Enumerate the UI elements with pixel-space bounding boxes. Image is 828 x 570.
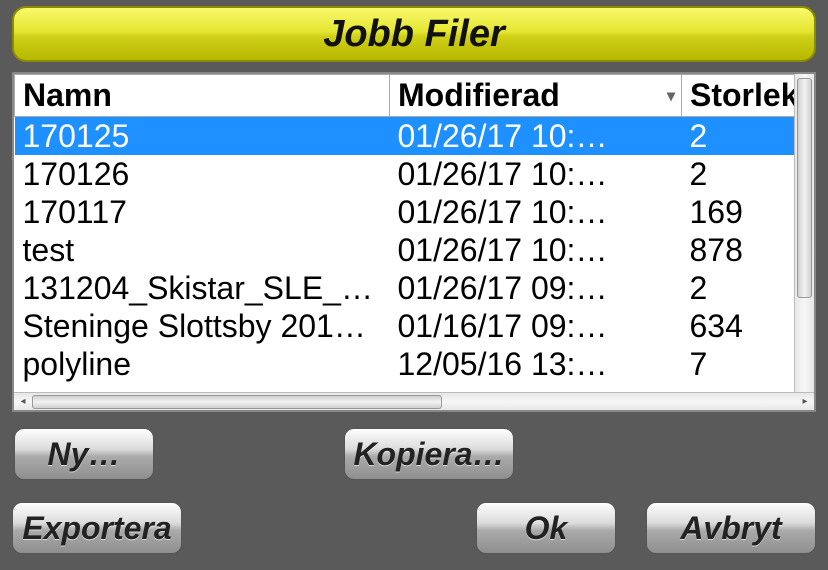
- copy-button[interactable]: Kopiera…: [344, 428, 514, 480]
- col-header-name[interactable]: Namn: [15, 75, 390, 117]
- hscroll-track[interactable]: [32, 395, 796, 409]
- hscroll-thumb[interactable]: [32, 395, 442, 409]
- cell-modified: 01/26/17 10:…: [390, 155, 682, 193]
- cell-modified: 01/16/17 09:…: [390, 307, 682, 345]
- hscroll-left-arrow-icon[interactable]: ◂: [14, 394, 32, 410]
- cell-size: 634: [682, 307, 795, 345]
- cancel-button[interactable]: Avbryt: [646, 502, 816, 554]
- table-row[interactable]: 131204_Skistar_SLE_…01/26/17 09:…2: [15, 269, 795, 307]
- col-header-modified[interactable]: Modifierad ▾: [390, 75, 682, 117]
- cell-name: test: [15, 231, 390, 269]
- cell-size: 2: [682, 155, 795, 193]
- new-button[interactable]: Ny…: [14, 428, 154, 480]
- cell-name: 131204_Skistar_SLE_…: [15, 269, 390, 307]
- vertical-scrollbar[interactable]: [794, 74, 814, 392]
- table-header-row: Namn Modifierad ▾ Storlek: [15, 75, 795, 117]
- horizontal-scrollbar[interactable]: ◂ ▸: [14, 392, 814, 410]
- title-bar: Jobb Filer: [12, 6, 816, 62]
- cell-modified: 01/26/17 10:…: [390, 117, 682, 156]
- cell-modified: 12/05/16 13:…: [390, 345, 682, 383]
- cell-size: 7: [682, 345, 795, 383]
- file-list-table: Namn Modifierad ▾ Storlek 17012501/26/17…: [14, 74, 794, 383]
- cell-modified: 01/26/17 09:…: [390, 269, 682, 307]
- cell-name: 170126: [15, 155, 390, 193]
- cell-size: 878: [682, 231, 795, 269]
- hscroll-right-arrow-icon[interactable]: ▸: [796, 394, 814, 410]
- button-bar: Ny… Kopiera… Exportera Ok Avbryt: [12, 428, 816, 568]
- sort-desc-icon: ▾: [667, 86, 675, 106]
- export-button[interactable]: Exportera: [12, 502, 182, 554]
- cell-name: polyline: [15, 345, 390, 383]
- table-row[interactable]: Steninge Slottsby 2017-…01/16/17 09:…634: [15, 307, 795, 345]
- table-row[interactable]: 17012501/26/17 10:…2: [15, 117, 795, 156]
- table-row[interactable]: polyline12/05/16 13:…7: [15, 345, 795, 383]
- table-row[interactable]: test01/26/17 10:…878: [15, 231, 795, 269]
- cell-modified: 01/26/17 10:…: [390, 231, 682, 269]
- cell-size: 169: [682, 193, 795, 231]
- cell-name: 170125: [15, 117, 390, 156]
- vertical-scrollbar-thumb[interactable]: [797, 78, 812, 298]
- table-row[interactable]: 17012601/26/17 10:…2: [15, 155, 795, 193]
- cell-name: 170117: [15, 193, 390, 231]
- cell-size: 2: [682, 269, 795, 307]
- cell-modified: 01/26/17 10:…: [390, 193, 682, 231]
- table-row[interactable]: 17011701/26/17 10:…169: [15, 193, 795, 231]
- file-table: Namn Modifierad ▾ Storlek 17012501/26/17…: [12, 72, 816, 412]
- col-header-size[interactable]: Storlek: [682, 75, 795, 117]
- cell-name: Steninge Slottsby 2017-…: [15, 307, 390, 345]
- cell-size: 2: [682, 117, 795, 156]
- ok-button[interactable]: Ok: [476, 502, 616, 554]
- dialog-title: Jobb Filer: [323, 13, 505, 56]
